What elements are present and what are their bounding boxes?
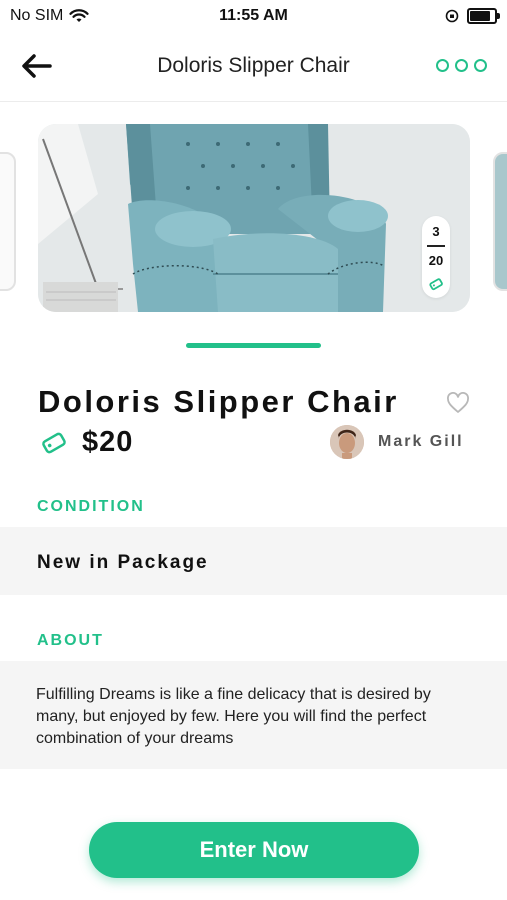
counter-divider: [427, 245, 445, 247]
battery-fill: [470, 11, 490, 21]
avatar-image: [330, 425, 364, 459]
chair-image: [38, 124, 470, 312]
next-image-peek[interactable]: [493, 152, 507, 291]
counter-total: 20: [428, 252, 444, 268]
condition-label: CONDITION: [37, 498, 145, 515]
price-row: $20: [40, 426, 133, 459]
enter-now-button[interactable]: Enter Now: [89, 822, 419, 878]
seller-info[interactable]: Mark Gill: [330, 425, 464, 459]
product-image[interactable]: 3 20: [38, 124, 470, 312]
nav-bar: Doloris Slipper Chair: [0, 32, 507, 102]
tag-icon: [429, 277, 443, 290]
product-price: $20: [82, 426, 134, 458]
battery-icon: [467, 8, 500, 24]
heart-icon[interactable]: [446, 392, 470, 414]
status-time: 11:55 AM: [219, 7, 288, 24]
about-text: Fulfilling Dreams is like a fine delicac…: [36, 686, 431, 747]
page-title: Doloris Slipper Chair: [157, 54, 350, 77]
counter-current: 3: [432, 224, 440, 239]
carousel-indicator: [186, 343, 321, 348]
dot: [436, 59, 449, 72]
product-title: Doloris Slipper Chair: [38, 384, 399, 419]
image-carousel[interactable]: 3 20: [0, 124, 507, 314]
image-counter: 3 20: [422, 216, 450, 298]
price-tag-icon: [42, 432, 66, 453]
dot: [455, 59, 468, 72]
avatar[interactable]: [330, 425, 364, 459]
status-bar: No SIM 11:55 AM: [0, 0, 507, 32]
condition-value: New in Package: [37, 552, 209, 573]
dot: [474, 59, 487, 72]
about-label: ABOUT: [37, 632, 104, 649]
more-dots-icon[interactable]: [436, 59, 487, 72]
seller-name[interactable]: Mark Gill: [378, 433, 464, 451]
previous-image-peek[interactable]: [0, 152, 16, 291]
